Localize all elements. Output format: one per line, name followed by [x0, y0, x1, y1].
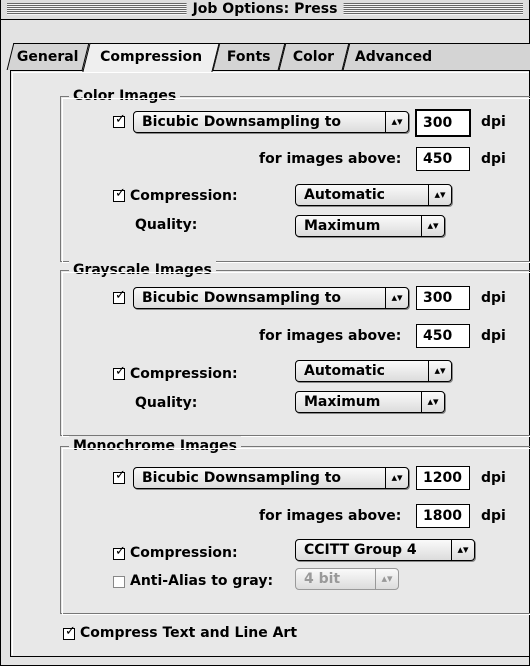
popup-arrows-icon: ▴▾: [421, 216, 444, 236]
color-above-field[interactable]: 450: [416, 147, 470, 171]
popup-arrows-icon: ▴▾: [428, 361, 451, 381]
color-above-unit: dpi: [481, 151, 506, 167]
tab-compression[interactable]: Compression: [82, 43, 220, 72]
monochrome-resolution-field[interactable]: 1200: [416, 466, 470, 490]
color-compression-checkbox[interactable]: ✓: [113, 186, 126, 202]
color-above-label: for images above:: [259, 151, 402, 167]
checkmark-icon: ✓: [115, 468, 126, 483]
checkmark-icon: ✓: [115, 364, 126, 379]
popup-arrows-icon: ▴▾: [385, 288, 408, 308]
color-resolution-unit: dpi: [481, 114, 506, 130]
monochrome-above-field[interactable]: 1800: [416, 504, 470, 528]
title-bar[interactable]: Job Options: Press: [1, 0, 529, 20]
checkmark-icon: ✓: [115, 112, 126, 127]
color-resolution-field[interactable]: 300: [415, 109, 471, 137]
popup-arrows-icon: ▴▾: [421, 392, 444, 412]
color-downsample-method-popup[interactable]: Bicubic Downsampling to ▴▾: [133, 111, 409, 133]
color-compression-label: Compression:: [130, 188, 238, 204]
grayscale-compression-popup[interactable]: Automatic ▴▾: [295, 360, 452, 382]
monochrome-downsample-checkbox[interactable]: ✓: [113, 468, 126, 484]
tab-fonts[interactable]: Fonts: [212, 43, 286, 70]
grayscale-quality-popup[interactable]: Maximum ▴▾: [295, 391, 445, 413]
popup-arrows-icon: ▴▾: [451, 540, 474, 560]
monochrome-antialias-popup[interactable]: 4 bit ▴▾: [295, 568, 399, 590]
grayscale-images-title: Grayscale Images: [69, 260, 216, 280]
monochrome-above-label: for images above:: [259, 508, 402, 524]
monochrome-antialias-checkbox[interactable]: [113, 576, 125, 588]
monochrome-compression-checkbox[interactable]: ✓: [113, 544, 126, 560]
monochrome-antialias-label: Anti-Alias to gray:: [130, 573, 274, 589]
monochrome-images-title: Monochrome Images: [69, 436, 241, 456]
monochrome-above-unit: dpi: [481, 508, 506, 524]
popup-arrows-icon: ▴▾: [428, 185, 451, 205]
color-downsample-checkbox[interactable]: ✓: [113, 112, 126, 128]
popup-arrows-icon: ▴▾: [385, 112, 408, 132]
monochrome-compression-label: Compression:: [130, 545, 238, 561]
grayscale-downsample-method-popup[interactable]: Bicubic Downsampling to ▴▾: [133, 287, 409, 309]
color-quality-popup[interactable]: Maximum ▴▾: [295, 215, 445, 237]
grayscale-above-field[interactable]: 450: [416, 324, 470, 348]
checkmark-icon: ✓: [115, 544, 126, 559]
grayscale-compression-label: Compression:: [130, 366, 238, 382]
grayscale-above-label: for images above:: [259, 328, 402, 344]
grayscale-quality-label: Quality:: [135, 395, 198, 411]
grayscale-compression-checkbox[interactable]: ✓: [113, 364, 126, 380]
checkmark-icon: ✓: [115, 186, 126, 201]
window-title: Job Options: Press: [186, 0, 344, 19]
checkmark-icon: ✓: [65, 624, 76, 639]
tab-color[interactable]: Color: [278, 43, 350, 70]
compress-text-checkbox[interactable]: ✓: [63, 624, 76, 640]
grayscale-resolution-unit: dpi: [481, 290, 506, 306]
popup-arrows-icon: ▴▾: [385, 468, 408, 488]
compress-text-label: Compress Text and Line Art: [80, 625, 298, 641]
grayscale-resolution-field[interactable]: 300: [416, 286, 470, 310]
grayscale-downsample-checkbox[interactable]: ✓: [113, 288, 126, 304]
checkmark-icon: ✓: [115, 288, 126, 303]
color-compression-popup[interactable]: Automatic ▴▾: [295, 184, 452, 206]
tab-general[interactable]: General: [6, 43, 90, 70]
monochrome-compression-popup[interactable]: CCITT Group 4 ▴▾: [295, 539, 475, 561]
tab-advanced[interactable]: Advanced: [342, 43, 530, 70]
monochrome-downsample-method-popup[interactable]: Bicubic Downsampling to ▴▾: [133, 467, 409, 489]
monochrome-resolution-unit: dpi: [481, 470, 506, 486]
color-quality-label: Quality:: [135, 217, 198, 233]
grayscale-above-unit: dpi: [481, 328, 506, 344]
color-images-title: Color Images: [69, 86, 181, 106]
popup-arrows-icon: ▴▾: [375, 569, 398, 589]
